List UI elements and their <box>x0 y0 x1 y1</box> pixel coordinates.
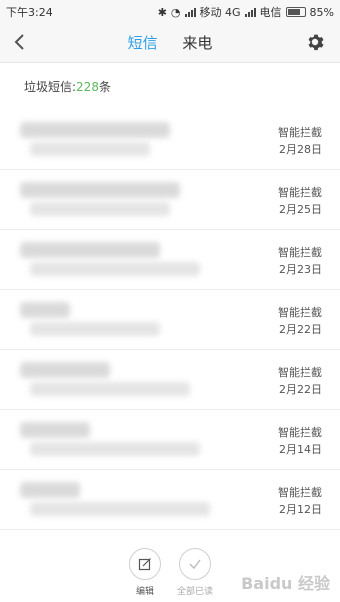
message-date: 2月22日 <box>279 383 322 396</box>
message-list: 智能拦截 2月28日 智能拦截 2月25日 智能拦截 2月23日 智能拦截 2月… <box>0 110 340 530</box>
sender-redacted <box>20 362 110 378</box>
block-tag: 智能拦截 <box>278 306 322 319</box>
tab-sms[interactable]: 短信 <box>128 32 158 53</box>
carrier-2: 电信 <box>259 6 282 19</box>
block-tag: 智能拦截 <box>278 246 322 259</box>
message-row[interactable]: 智能拦截 2月22日 <box>0 290 340 350</box>
preview-redacted <box>30 202 170 216</box>
signal-icon <box>184 7 196 17</box>
spam-count: 垃圾短信:228条 <box>24 78 111 95</box>
battery-percent: 85% <box>309 5 334 19</box>
message-date: 2月23日 <box>279 263 322 276</box>
preview-redacted <box>30 322 160 336</box>
message-row[interactable]: 智能拦截 2月23日 <box>0 230 340 290</box>
message-date: 2月22日 <box>279 323 322 336</box>
spam-count-prefix: 垃圾短信: <box>24 80 77 94</box>
tab-calls[interactable]: 来电 <box>182 32 212 53</box>
battery-icon <box>285 7 306 17</box>
spam-count-number: 228 <box>76 80 99 94</box>
header: 短信 来电 <box>0 22 340 63</box>
edit-icon <box>129 548 161 580</box>
preview-redacted <box>30 142 150 156</box>
message-date: 2月12日 <box>279 503 322 516</box>
message-date: 2月25日 <box>279 203 322 216</box>
tab-bar: 短信 来电 <box>0 32 340 53</box>
gear-icon[interactable] <box>304 31 326 53</box>
message-row[interactable]: 智能拦截 2月12日 <box>0 470 340 530</box>
sender-redacted <box>20 242 160 258</box>
wifi-icon: ◔ <box>170 5 181 19</box>
sender-redacted <box>20 302 70 318</box>
message-date: 2月28日 <box>279 143 322 156</box>
message-row[interactable]: 智能拦截 2月14日 <box>0 410 340 470</box>
message-row[interactable]: 智能拦截 2月25日 <box>0 170 340 230</box>
message-row[interactable]: 智能拦截 2月28日 <box>0 110 340 170</box>
spam-count-suffix: 条 <box>98 80 111 94</box>
bluetooth-icon: ✱ <box>157 5 167 19</box>
message-date: 2月14日 <box>279 443 322 456</box>
bottom-action-bar: 编辑 全部已读 Baidu 经验 <box>0 540 340 602</box>
preview-redacted <box>30 262 200 276</box>
sender-redacted <box>20 122 170 138</box>
preview-redacted <box>30 442 200 456</box>
block-tag: 智能拦截 <box>278 186 322 199</box>
status-right: ✱ ◔ 移动 4G 电信 85% <box>158 4 334 20</box>
preview-redacted <box>30 382 190 396</box>
baidu-watermark: Baidu 经验 <box>241 574 330 593</box>
status-bar: 下午3:24 ✱ ◔ 移动 4G 电信 85% <box>0 0 340 22</box>
edit-label: 编辑 <box>135 587 154 597</box>
status-time: 下午3:24 <box>6 6 53 19</box>
block-tag: 智能拦截 <box>278 126 322 139</box>
sender-redacted <box>20 482 80 498</box>
block-tag: 智能拦截 <box>278 426 322 439</box>
preview-redacted <box>30 502 210 516</box>
mark-all-read-button[interactable]: 全部已读 <box>165 548 225 597</box>
carrier-1: 移动 4G <box>199 6 241 19</box>
signal-icon-2 <box>244 7 256 17</box>
sender-redacted <box>20 182 180 198</box>
check-icon <box>179 548 211 580</box>
message-row[interactable]: 智能拦截 2月22日 <box>0 350 340 410</box>
sender-redacted <box>20 422 90 438</box>
block-tag: 智能拦截 <box>278 366 322 379</box>
mark-all-read-label: 全部已读 <box>176 587 213 597</box>
block-tag: 智能拦截 <box>278 486 322 499</box>
